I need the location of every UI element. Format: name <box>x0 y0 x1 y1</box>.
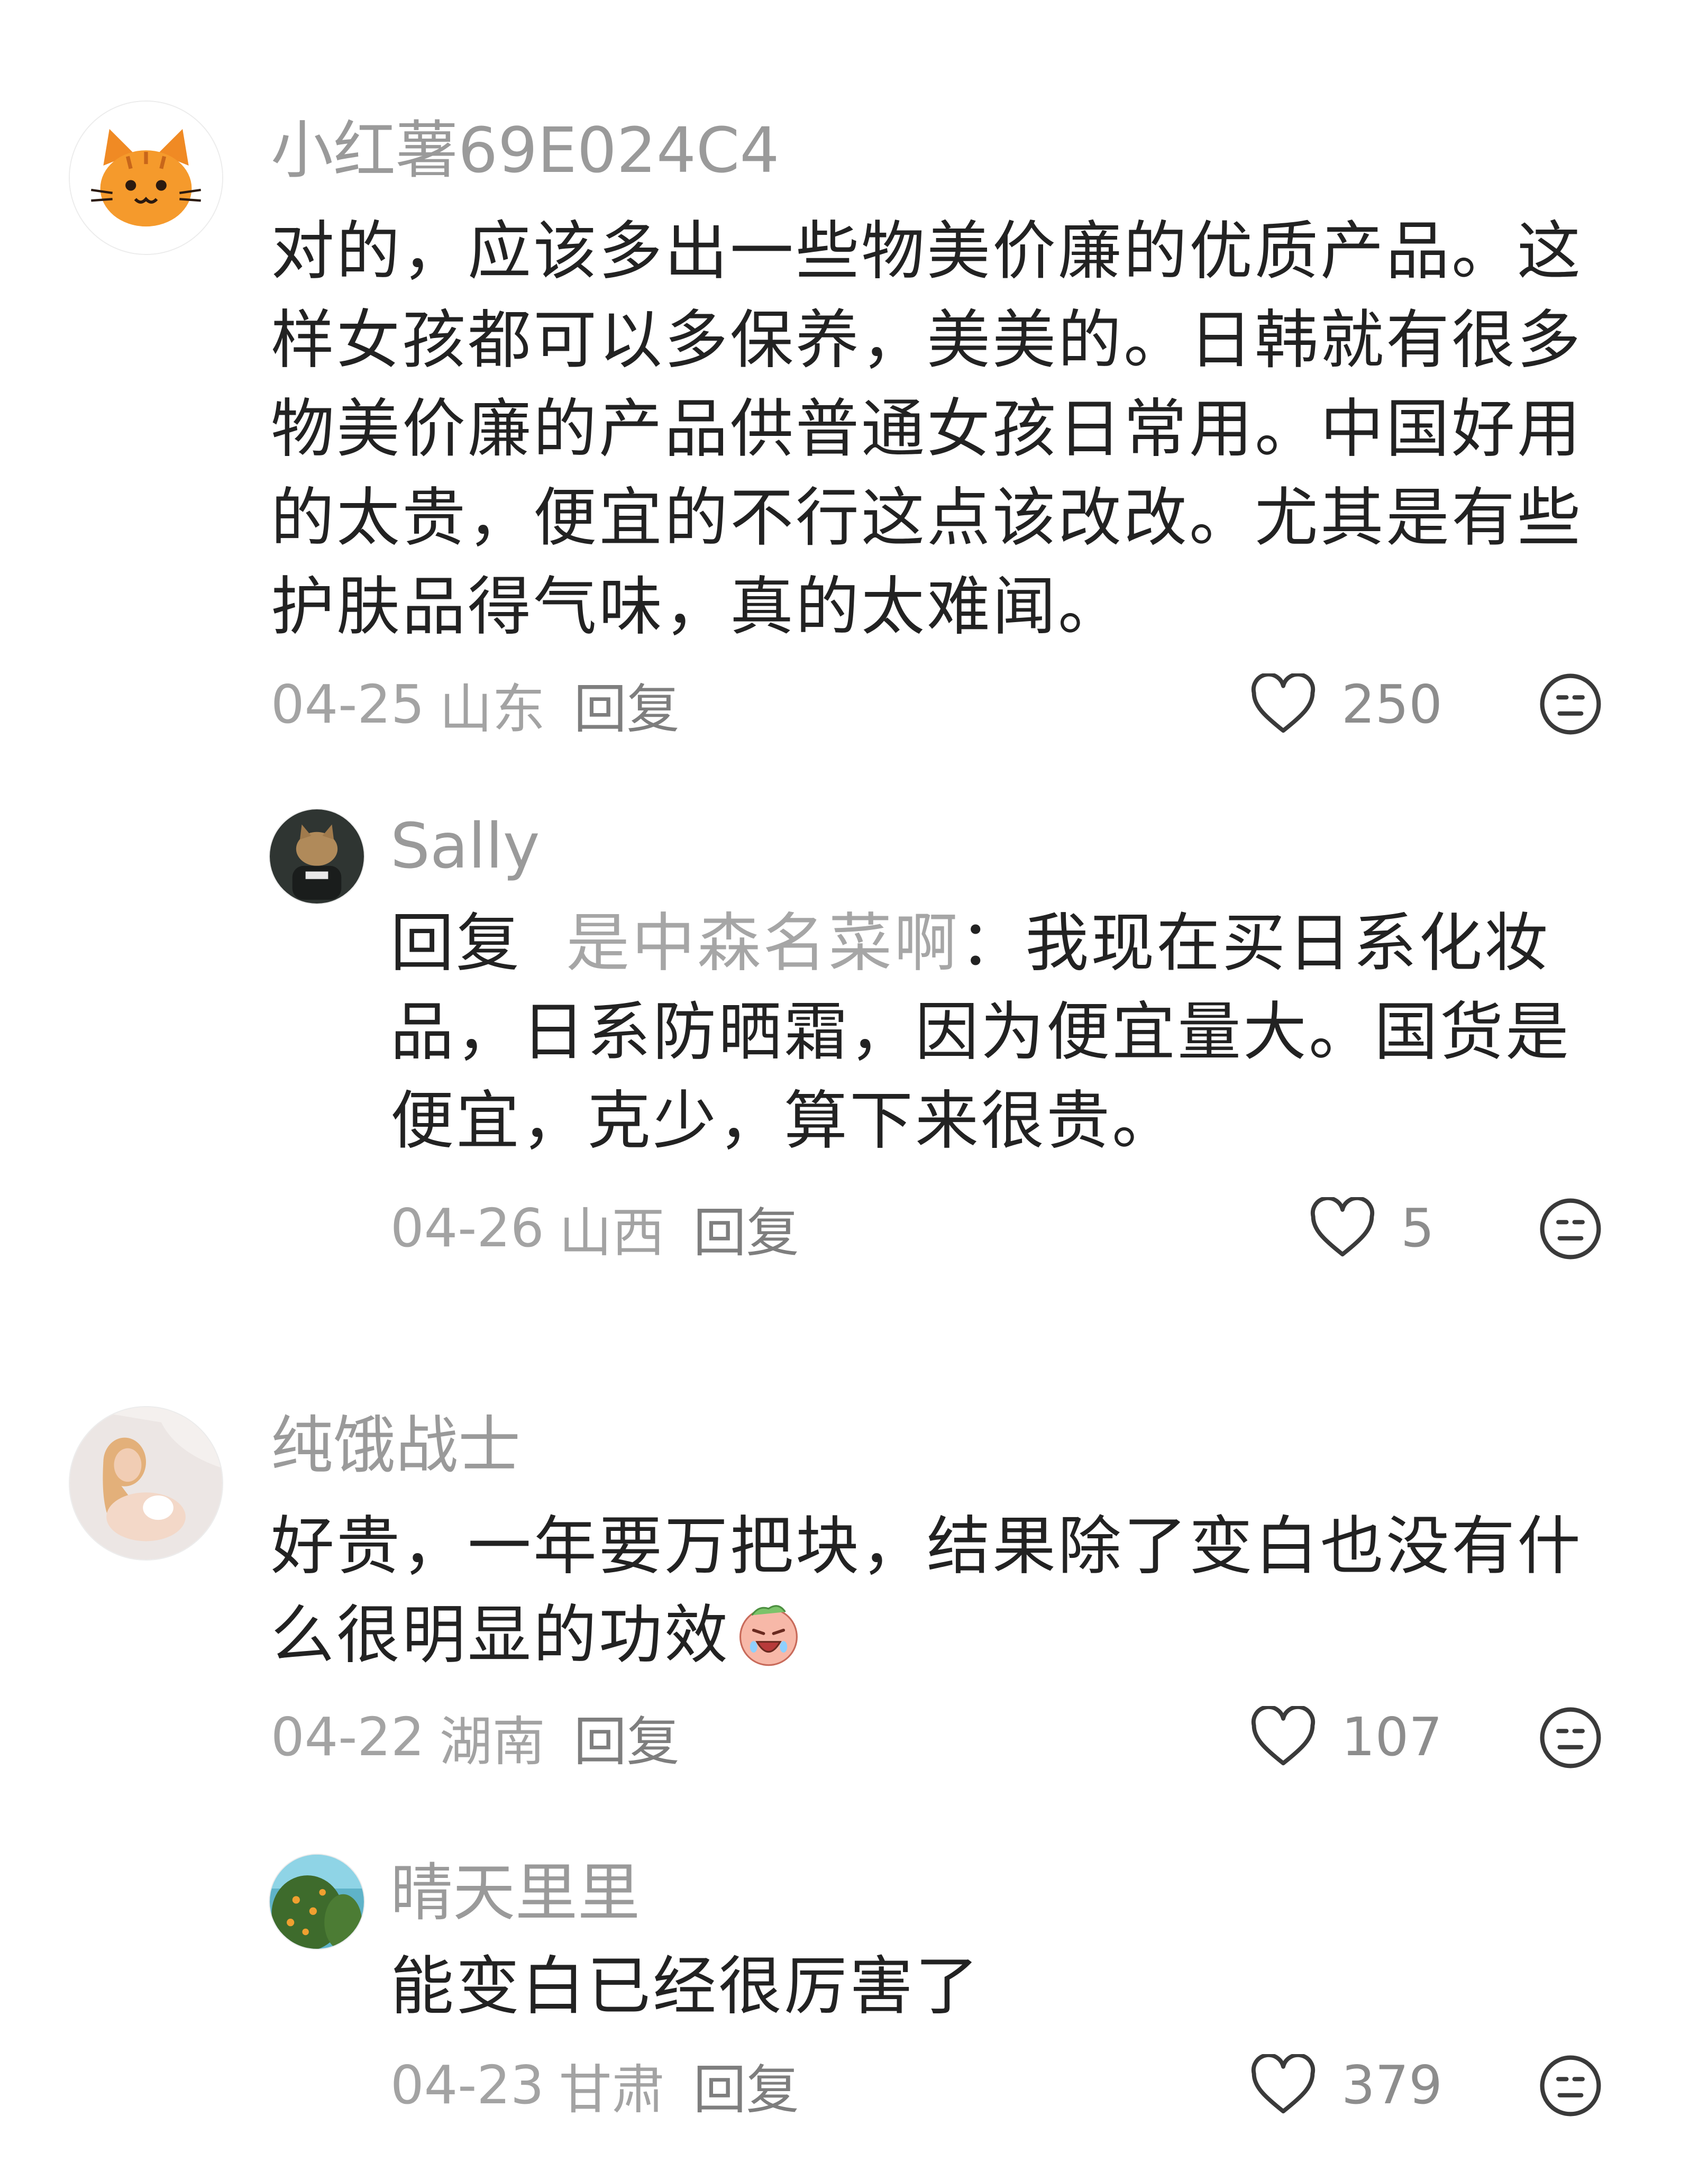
neutral-face-icon[interactable] <box>1538 672 1603 736</box>
comment-meta: 04-23 甘肃 回复 <box>390 2050 799 2121</box>
like-count: 379 <box>1341 2054 1442 2116</box>
reply-text: 回复 是中森名菜啊：我现在买日系化妆品，日系防晒霜，因为便宜量大。国货是便宜，克… <box>390 899 1607 1166</box>
reply-text: 能变白已经很厉害了 <box>390 1950 981 2023</box>
like-count: 107 <box>1341 1705 1442 1768</box>
comment-date: 04-25 <box>271 673 425 735</box>
comment-location: 甘肃 <box>559 2058 665 2121</box>
username[interactable]: 小红薯69E024C4 <box>271 99 779 190</box>
comment-text: 对的，应该多出一些物美价廉的优质产品。这样女孩都可以多保养，美美的。日韩就有很多… <box>271 215 1583 644</box>
comment-date: 04-23 <box>390 2054 544 2116</box>
orange-tree-photo-avatar-icon <box>270 1855 364 1949</box>
reply-button[interactable]: 回复 <box>574 1699 680 1775</box>
like-button[interactable]: 5 <box>1309 1193 1435 1262</box>
neutral-face-icon[interactable] <box>1538 1705 1603 1770</box>
comment-meta: 04-22 湖南 回复 <box>271 1702 680 1773</box>
avatar[interactable] <box>69 101 223 255</box>
comment-location: 山东 <box>439 678 545 740</box>
comment-date: 04-26 <box>390 1197 544 1259</box>
blonde-girl-photo-avatar-icon <box>70 1407 222 1559</box>
cat-photo-avatar-icon <box>270 809 364 904</box>
reply-button[interactable]: 回复 <box>574 666 680 743</box>
heart-icon <box>1310 1197 1375 1257</box>
like-button[interactable]: 379 <box>1249 2050 1442 2119</box>
reply-button[interactable]: 回复 <box>693 1190 799 1266</box>
heart-icon <box>1251 673 1316 733</box>
avatar[interactable] <box>269 808 365 905</box>
avatar[interactable] <box>69 1406 223 1561</box>
comment-meta: 04-26 山西 回复 <box>390 1193 799 1264</box>
like-button[interactable]: 250 <box>1249 670 1442 738</box>
reply-button[interactable]: 回复 <box>693 2047 799 2123</box>
like-button[interactable]: 107 <box>1249 1702 1442 1771</box>
crying-face-emoji-icon <box>735 1599 802 1668</box>
username[interactable]: Sally <box>390 809 540 882</box>
reply-target-username[interactable]: 是中森名菜啊 <box>566 907 960 980</box>
comment-content: 好贵，一年要万把块，结果除了变白也没有什么很明显的功效 <box>271 1510 1583 1672</box>
neutral-face-icon[interactable] <box>1538 2054 1603 2118</box>
neutral-face-icon[interactable] <box>1538 1197 1603 1261</box>
reply-prefix: 回复 <box>390 907 522 980</box>
comment-location: 湖南 <box>439 1710 545 1773</box>
avatar[interactable] <box>269 1854 365 1950</box>
comment-text: 好贵，一年要万把块，结果除了变白也没有什么很明显的功效 <box>271 1502 1604 1680</box>
orange-cat-avatar-icon <box>70 102 222 254</box>
comment-meta: 04-25 山东 回复 <box>271 670 680 740</box>
heart-icon <box>1251 2054 1316 2114</box>
comment-location: 山西 <box>559 1201 665 1264</box>
heart-icon <box>1251 1706 1316 1766</box>
like-count: 5 <box>1401 1197 1435 1259</box>
comment-date: 04-22 <box>271 1705 425 1768</box>
username[interactable]: 晴天里里 <box>390 1842 640 1932</box>
reply-separator: ： <box>960 907 1026 980</box>
username[interactable]: 纯饿战士 <box>271 1394 520 1485</box>
like-count: 250 <box>1341 673 1442 735</box>
